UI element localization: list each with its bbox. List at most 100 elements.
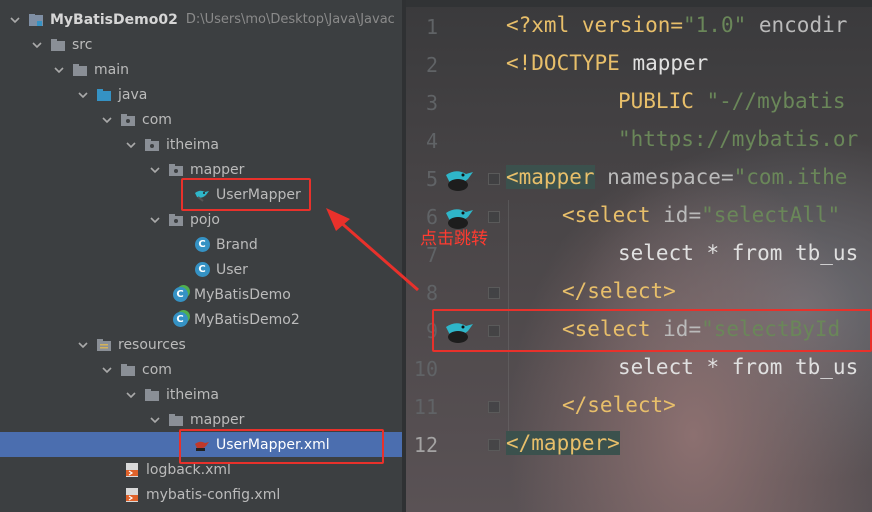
code-text: PUBLIC "-//mybatis (618, 89, 846, 113)
tree-row-mybatisdemo[interactable]: C MyBatisDemo (0, 282, 402, 307)
line-number: 11 (413, 395, 438, 419)
runnable-class-icon: C (172, 287, 188, 303)
code-text: <select id="selectAll" (562, 203, 841, 227)
highlight-box-usermapper-xml (179, 429, 384, 464)
code-line-5[interactable]: 5 <mapper namespace="com.ithe (406, 160, 872, 198)
tree-row-mybatisdemo2[interactable]: C MyBatisDemo2 (0, 307, 402, 332)
line-number: 12 (413, 433, 438, 457)
tree-row-user[interactable]: C User (0, 257, 402, 282)
code-editor[interactable]: 1 <?xml version="1.0" encodir 2 <!DOCTYP… (402, 0, 872, 512)
code-line-3[interactable]: 3 PUBLIC "-//mybatis (406, 84, 872, 122)
highlight-box-usermapper (181, 178, 311, 211)
tree-row-main[interactable]: main (0, 57, 402, 82)
folder-icon (72, 62, 88, 78)
project-root-path: D:\Users\mo\Desktop\Java\Javac (185, 12, 395, 27)
package-icon (168, 212, 184, 228)
chevron-down-icon[interactable] (124, 388, 138, 402)
chevron-down-icon[interactable] (124, 138, 138, 152)
folder-icon (120, 362, 136, 378)
fold-marker-icon[interactable] (488, 287, 500, 299)
chevron-down-icon[interactable] (30, 38, 44, 52)
tree-label: src (72, 36, 93, 53)
annotation-note: 点击跳转 (420, 229, 488, 249)
xml-file-icon (124, 462, 140, 478)
code-line-4[interactable]: 4 "https://mybatis.or (406, 122, 872, 160)
code-text: select * from tb_us (618, 355, 859, 379)
resources-folder-icon (96, 337, 112, 353)
project-root-name: MyBatisDemo02 (50, 11, 178, 28)
chevron-down-icon[interactable] (8, 13, 22, 27)
folder-icon (168, 412, 184, 428)
chevron-down-icon[interactable] (76, 338, 90, 352)
code-line-12[interactable]: 12 </mapper> (406, 426, 872, 464)
xml-file-icon (124, 487, 140, 503)
chevron-down-icon[interactable] (100, 363, 114, 377)
tree-row-res-com[interactable]: com (0, 357, 402, 382)
code-line-8[interactable]: 8 </select> (406, 274, 872, 312)
module-folder-icon (28, 12, 44, 28)
tree-label: resources (118, 336, 186, 353)
tree-label: itheima (166, 386, 219, 403)
folder-icon (144, 387, 160, 403)
class-icon: C (194, 237, 210, 253)
code-text: <mapper namespace="com.ithe (506, 165, 848, 189)
line-number: 10 (413, 357, 438, 381)
folder-icon (50, 37, 66, 53)
tree-label: mapper (190, 161, 245, 178)
code-text: <?xml version="1.0" encodir (506, 13, 848, 37)
package-icon (144, 137, 160, 153)
mybatis-bird-icon[interactable] (444, 166, 474, 192)
line-number: 4 (425, 129, 438, 153)
code-text: </select> (562, 393, 676, 417)
fold-marker-icon[interactable] (488, 439, 500, 451)
chevron-down-icon[interactable] (148, 413, 162, 427)
tree-row-res-itheima[interactable]: itheima (0, 382, 402, 407)
tree-label: Brand (216, 236, 258, 253)
chevron-down-icon[interactable] (100, 113, 114, 127)
tree-row-mybatis-config[interactable]: mybatis-config.xml (0, 482, 402, 507)
tree-label: User (216, 261, 248, 278)
package-icon (168, 162, 184, 178)
source-folder-icon (96, 87, 112, 103)
code-line-2[interactable]: 2 <!DOCTYPE mapper (406, 46, 872, 84)
tree-label: main (94, 61, 129, 78)
code-text: <!DOCTYPE mapper (506, 51, 709, 75)
line-number: 8 (425, 281, 438, 305)
highlight-box-select-line (432, 309, 872, 352)
tree-row-java[interactable]: java (0, 82, 402, 107)
package-icon (120, 112, 136, 128)
runnable-class-icon: C (172, 312, 188, 328)
code-text: </mapper> (506, 431, 620, 455)
tree-row-itheima[interactable]: itheima (0, 132, 402, 157)
code-text: select * from tb_us (618, 241, 859, 265)
code-text: </select> (562, 279, 676, 303)
chevron-down-icon[interactable] (76, 88, 90, 102)
fold-marker-icon[interactable] (488, 211, 500, 223)
class-icon: C (194, 262, 210, 278)
code-line-11[interactable]: 11 </select> (406, 388, 872, 426)
line-number: 2 (425, 53, 438, 77)
fold-marker-icon[interactable] (488, 173, 500, 185)
tree-label: mybatis-config.xml (146, 486, 281, 503)
tree-label: MyBatisDemo2 (194, 311, 300, 328)
tree-label: com (142, 111, 172, 128)
line-number: 1 (425, 15, 438, 39)
tree-row-resources[interactable]: resources (0, 332, 402, 357)
fold-marker-icon[interactable] (488, 401, 500, 413)
tree-row-src[interactable]: src (0, 32, 402, 57)
chevron-down-icon[interactable] (52, 63, 66, 77)
tree-label: MyBatisDemo (194, 286, 291, 303)
chevron-down-icon[interactable] (148, 163, 162, 177)
tree-row-brand[interactable]: C Brand (0, 232, 402, 257)
chevron-down-icon[interactable] (148, 213, 162, 227)
tree-label: itheima (166, 136, 219, 153)
line-number: 5 (425, 167, 438, 191)
tree-label: pojo (190, 211, 220, 228)
tree-row-root[interactable]: MyBatisDemo02 D:\Users\mo\Desktop\Java\J… (0, 7, 402, 32)
tree-label: com (142, 361, 172, 378)
code-line-10[interactable]: 10 select * from tb_us (406, 350, 872, 388)
editor-top-strip (406, 0, 872, 7)
tree-label: mapper (190, 411, 245, 428)
tree-row-com[interactable]: com (0, 107, 402, 132)
code-line-1[interactable]: 1 <?xml version="1.0" encodir (406, 8, 872, 46)
